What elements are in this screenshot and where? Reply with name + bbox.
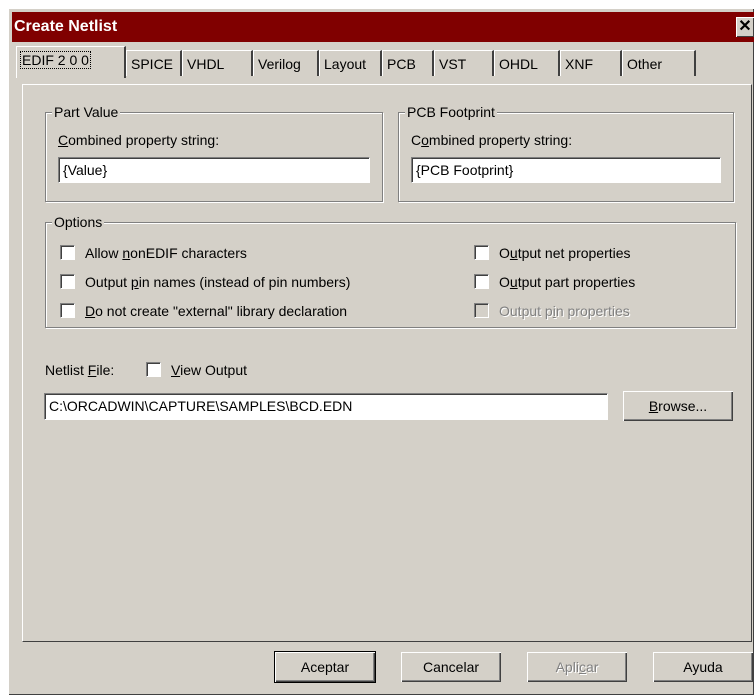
apply-button: Aplicar (527, 652, 627, 682)
checkbox-box[interactable] (60, 303, 75, 318)
mnemonic: C (58, 132, 69, 148)
label-text: n properties (555, 303, 630, 319)
mnemonic: D (85, 303, 96, 319)
tab-label: Layout (324, 56, 367, 72)
tab-edif[interactable]: EDIF 2 0 0 (16, 46, 126, 78)
checkbox-box[interactable] (60, 245, 75, 260)
part-value-group: Part Value Combined property string: {Va… (45, 103, 383, 202)
netlist-file-input[interactable]: C:\ORCADWIN\CAPTURE\SAMPLES\BCD.EDN (44, 393, 608, 420)
tab-label: OHDL (499, 56, 538, 72)
no-external-declaration-checkbox[interactable]: Do not create "external" library declara… (60, 301, 347, 321)
tab-label: EDIF 2 0 0 (20, 51, 91, 69)
label-text: Output p (499, 303, 553, 319)
mnemonic: o (421, 132, 429, 148)
tab-pcb[interactable]: PCB (382, 50, 434, 76)
tab-spice[interactable]: SPICE (126, 50, 182, 76)
options-group-label: Options (52, 213, 105, 231)
label-text: Netlist (45, 362, 88, 378)
close-icon[interactable]: ✕ (736, 17, 754, 37)
tab-verilog[interactable]: Verilog (253, 50, 319, 76)
checkbox-box[interactable] (60, 274, 75, 289)
label-text: Output (85, 274, 131, 290)
mnemonic: u (509, 274, 518, 290)
label-text: C (411, 132, 422, 148)
output-pin-properties-checkbox: Output pin properties (474, 301, 630, 321)
browse-button[interactable]: Browse... (623, 391, 733, 421)
label-text: in names (instead of pin numbers) (138, 274, 351, 290)
checkbox-box[interactable] (474, 274, 489, 289)
label-text: o not create "external" library declarat… (95, 303, 348, 319)
mnemonic: u (509, 245, 518, 261)
label-text: onEDIF characters (130, 245, 247, 261)
tab-vhdl[interactable]: VHDL (182, 50, 253, 76)
output-net-properties-checkbox[interactable]: Output net properties (474, 243, 631, 263)
pcb-footprint-input[interactable]: {PCB Footprint} (411, 157, 721, 183)
mnemonic: p (130, 274, 139, 290)
tab-layout[interactable]: Layout (319, 50, 382, 76)
part-value-group-label: Part Value (52, 103, 121, 121)
label-text: ar (585, 659, 599, 675)
label-text: Apli (555, 659, 579, 675)
tab-label: PCB (387, 56, 416, 72)
part-value-input[interactable]: {Value} (58, 157, 370, 183)
window-title: Create Netlist (14, 18, 118, 35)
mnemonic: n (122, 245, 131, 261)
label-text: O (499, 274, 510, 290)
label-text: O (499, 245, 510, 261)
ok-button[interactable]: Aceptar (274, 651, 376, 683)
label-text: ombined property string: (68, 132, 220, 148)
cancel-button[interactable]: Cancelar (401, 652, 501, 682)
mnemonic: c (578, 659, 586, 675)
tab-label: VST (439, 56, 467, 72)
label-text: rowse... (658, 398, 708, 414)
tab-label: SPICE (131, 56, 174, 72)
tab-xnf[interactable]: XNF (560, 50, 622, 76)
netlist-file-label: Netlist File: (45, 360, 114, 380)
pcb-footprint-field-label: Combined property string: (411, 131, 572, 149)
checkbox-box[interactable] (146, 362, 161, 377)
tab-label: XNF (565, 56, 593, 72)
tab-label: Verilog (258, 56, 301, 72)
label-text: ile: (96, 362, 115, 378)
label-text: mbined property string: (428, 132, 573, 148)
output-part-properties-checkbox[interactable]: Output part properties (474, 272, 635, 292)
title-bar[interactable]: Create Netlist ✕ (12, 12, 754, 42)
tab-other[interactable]: Other (622, 50, 696, 76)
tab-vst[interactable]: VST (434, 50, 494, 76)
label-text: tput net properties (517, 245, 631, 261)
checkbox-box (474, 303, 489, 318)
label-text: iew Output (180, 362, 248, 378)
allow-nonedif-checkbox[interactable]: Allow nonEDIF characters (60, 243, 247, 263)
label-text: Allow (85, 245, 123, 261)
tab-label: Other (627, 56, 663, 72)
pcb-footprint-group: PCB Footprint Combined property string: … (398, 103, 734, 202)
help-button[interactable]: Ayuda (653, 652, 753, 682)
part-value-field-label: Combined property string: (58, 131, 219, 149)
checkbox-box[interactable] (474, 245, 489, 260)
view-output-checkbox[interactable]: View Output (146, 360, 247, 380)
output-pin-names-checkbox[interactable]: Output pin names (instead of pin numbers… (60, 272, 350, 292)
mnemonic: B (648, 398, 659, 414)
options-group: Options Allow nonEDIF characters Output … (45, 213, 736, 328)
tab-ohdl[interactable]: OHDL (494, 50, 560, 76)
tab-label: VHDL (187, 56, 225, 72)
label-text: tput part properties (517, 274, 636, 290)
mnemonic: V (171, 362, 181, 378)
pcb-footprint-group-label: PCB Footprint (405, 103, 497, 121)
